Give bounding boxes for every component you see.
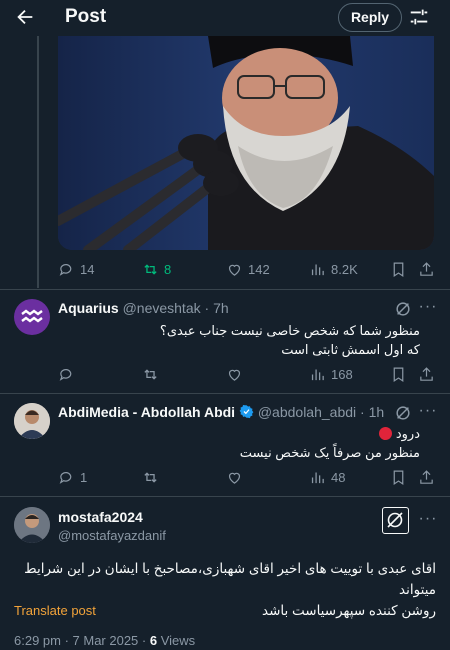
like-action[interactable]: 142 — [226, 261, 270, 278]
verified-badge-icon — [239, 404, 254, 419]
bookmark-action[interactable] — [390, 469, 407, 486]
reply-action[interactable]: 14 — [58, 261, 94, 278]
grok-icon[interactable] — [394, 300, 412, 318]
reply-text-line: منظور من صرفاً یک شخص نیست — [239, 445, 420, 460]
repost-action[interactable]: 8 — [142, 261, 171, 278]
views-count: 8.2K — [331, 262, 358, 277]
views-count: 48 — [331, 470, 346, 485]
repost-icon — [144, 369, 157, 380]
reply-text-line: درود — [40, 424, 420, 443]
photo-illustration — [58, 36, 434, 250]
settings-sliders-icon[interactable] — [408, 6, 430, 28]
repost-icon — [144, 264, 157, 275]
post-time[interactable]: 1h — [369, 404, 385, 420]
thread-connector-line — [37, 36, 39, 288]
post-time[interactable]: 7h — [213, 300, 229, 316]
reply-icon — [59, 369, 72, 381]
post-timestamp: 6:29 pm · 7 Mar 2025 · 6 Views — [14, 633, 195, 648]
views-count: 168 — [331, 367, 353, 382]
share-action[interactable] — [418, 366, 435, 383]
bookmark-action[interactable] — [390, 366, 407, 383]
grok-icon — [387, 512, 403, 528]
share-icon — [420, 367, 433, 381]
like-action[interactable] — [226, 366, 243, 383]
reply-actions: 1 48 — [58, 469, 438, 489]
more-options-icon[interactable]: ··· — [418, 511, 438, 532]
author-handle[interactable]: @neveshtak — [123, 300, 201, 316]
share-icon — [420, 470, 433, 484]
reply-action[interactable]: 1 — [58, 469, 87, 486]
share-icon — [420, 262, 433, 276]
heart-icon — [228, 264, 241, 276]
avatar[interactable] — [14, 507, 50, 543]
parent-post-actions: 14 8 142 8.2K — [58, 261, 438, 281]
views-label: Views — [157, 633, 196, 648]
bookmark-icon — [393, 470, 404, 486]
author-handle[interactable]: @mostafayazdanif — [58, 528, 166, 543]
bookmark-icon — [393, 262, 404, 278]
share-action[interactable] — [418, 261, 435, 278]
views-action[interactable]: 48 — [309, 469, 345, 486]
bookmark-action[interactable] — [390, 261, 407, 278]
top-bar: Post Reply — [0, 0, 450, 36]
author-name[interactable]: Aquarius — [58, 300, 119, 316]
reply-icon — [59, 472, 72, 484]
reply-actions: 168 — [58, 366, 438, 386]
post-image[interactable] — [58, 36, 434, 250]
grok-icon[interactable] — [394, 404, 412, 422]
like-action[interactable] — [226, 469, 243, 486]
repost-action[interactable] — [142, 366, 159, 383]
more-options-icon[interactable]: ··· — [418, 299, 438, 320]
repost-count: 8 — [164, 262, 172, 277]
share-action[interactable] — [418, 469, 435, 486]
reply-action[interactable] — [58, 366, 75, 383]
bookmark-icon — [393, 367, 404, 383]
reply-header: AbdiMedia - Abdollah Abdi @abdolah_abdi … — [58, 404, 385, 420]
post-text-line: اقای عبدی با توییت های اخیر اقای شهبازی،… — [24, 561, 436, 597]
views-chart-icon — [311, 472, 324, 484]
reply-header: Aquarius @neveshtak · 7h — [58, 300, 229, 316]
heart-icon — [228, 369, 241, 381]
reply-text-line: منظور شما که شخص خاصی نیست جناب عبدی؟ — [159, 323, 420, 338]
reply-text: درود منظور من صرفاً یک شخص نیست — [40, 424, 420, 462]
author-handle[interactable]: @abdolah_abdi — [258, 404, 356, 420]
views-action[interactable]: 8.2K — [309, 261, 358, 278]
reply-count: 14 — [80, 262, 95, 277]
reply-text-line: که اول اسمش ثابتی است — [281, 342, 420, 357]
reply-text: منظور شما که شخص خاصی نیست جناب عبدی؟ که… — [40, 321, 420, 359]
page-title: Post — [65, 6, 107, 27]
grok-button[interactable] — [382, 507, 409, 534]
like-count: 142 — [248, 262, 270, 277]
divider — [0, 289, 450, 290]
more-options-icon[interactable]: ··· — [418, 403, 438, 424]
repost-icon — [144, 472, 157, 483]
divider — [0, 393, 450, 394]
back-arrow-icon[interactable] — [14, 6, 36, 28]
views-chart-icon — [311, 369, 324, 381]
profile-photo-illustration — [14, 507, 50, 543]
reply-count: 1 — [80, 470, 88, 485]
views-count: 6 — [149, 633, 158, 648]
views-action[interactable]: 168 — [309, 366, 353, 383]
views-chart-icon — [311, 264, 324, 276]
reply-button[interactable]: Reply — [338, 3, 402, 32]
divider — [0, 496, 450, 497]
repost-action[interactable] — [142, 469, 159, 486]
heart-icon — [228, 472, 241, 484]
translate-post-link[interactable]: Translate post — [14, 603, 96, 618]
author-name[interactable]: mostafa2024 — [58, 509, 143, 525]
author-name[interactable]: AbdiMedia - Abdollah Abdi — [58, 404, 235, 420]
red-circle-emoji-icon — [379, 427, 393, 440]
timestamp-text[interactable]: 6:29 pm · 7 Mar 2025 · — [14, 633, 150, 648]
reply-icon — [59, 264, 72, 276]
